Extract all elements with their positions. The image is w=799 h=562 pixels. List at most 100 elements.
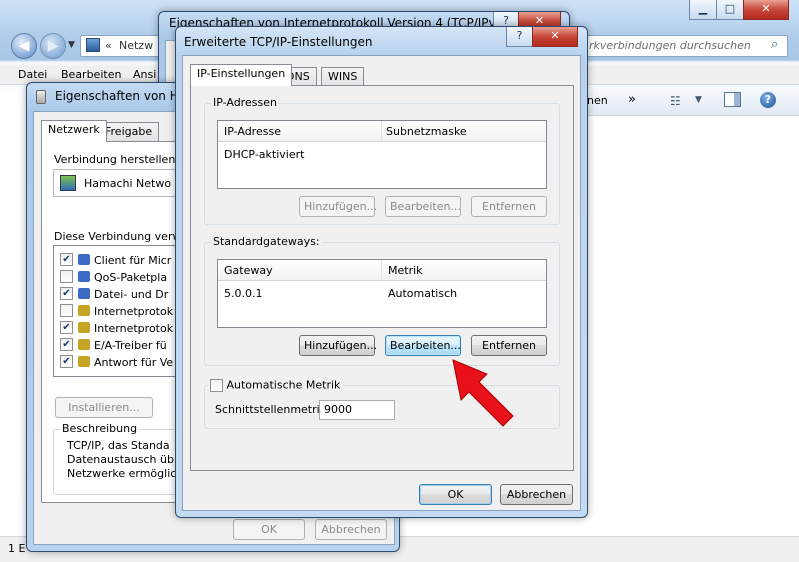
column-gateway[interactable]: Gateway — [224, 264, 273, 277]
address-bar[interactable]: « Netzw — [80, 35, 160, 57]
minimize-button[interactable]: ▁ — [689, 0, 717, 20]
gateways-label: Standardgateways: — [211, 235, 322, 248]
component-checkbox[interactable]: ✔ — [60, 355, 73, 368]
component-label: Internetprotok — [94, 305, 174, 318]
column-ip-address[interactable]: IP-Adresse — [224, 125, 281, 138]
help-button[interactable]: ? — [506, 27, 533, 47]
component-icon — [78, 254, 90, 265]
arrow-right-icon: ▶ — [47, 38, 59, 54]
description-label: Beschreibung — [60, 422, 140, 435]
list-header: Gateway Metrik — [218, 260, 546, 281]
window-title: Eigenschaften von H — [55, 89, 179, 103]
column-subnet-mask[interactable]: Subnetzmaske — [386, 125, 467, 138]
close-icon: ✕ — [761, 2, 771, 15]
install-button[interactable]: Installieren... — [55, 397, 153, 418]
close-button[interactable]: ✕ — [532, 27, 578, 47]
gateway-value: 5.0.0.1 — [224, 287, 263, 300]
ip-remove-button[interactable]: Entfernen — [471, 196, 547, 217]
interface-metric-input[interactable]: 9000 — [319, 400, 395, 420]
command-bar-item[interactable]: nen — [587, 94, 608, 107]
dialog-title: Erweiterte TCP/IP-Einstellungen — [184, 35, 373, 49]
search-placeholder: rkverbindungen durchsuchen — [589, 39, 751, 52]
tab-wins[interactable]: WINS — [321, 67, 365, 86]
auto-metric-checkbox[interactable]: Automatische Metrik — [208, 378, 343, 392]
help-icon[interactable]: ? — [760, 92, 776, 108]
adapter-icon — [60, 175, 76, 191]
connect-using-label: Verbindung herstellen — [54, 153, 176, 166]
component-checkbox[interactable]: ✔ — [60, 338, 73, 351]
breadcrumb[interactable]: Netzw — [119, 39, 153, 52]
component-label: Antwort für Ve — [94, 356, 174, 369]
tab-freigabe[interactable]: Freigabe — [98, 122, 160, 141]
menu-datei[interactable]: Datei — [18, 68, 47, 81]
component-icon — [78, 356, 90, 367]
list-item[interactable]: DHCP-aktiviert — [224, 148, 304, 161]
gateway-add-button[interactable]: Hinzufügen... — [299, 335, 377, 356]
close-icon: ✕ — [550, 29, 560, 42]
description-line: TCP/IP, das Standa — [67, 439, 170, 452]
chevron-down-icon[interactable]: ▼ — [695, 95, 702, 105]
ip-addresses-group: IP-Adressen IP-Adresse Subnetzmaske DHCP… — [204, 96, 560, 225]
gateways-list[interactable]: Gateway Metrik 5.0.0.1 Automatisch — [217, 259, 547, 328]
description-line: Netzwerke ermöglic — [67, 467, 177, 480]
auto-metric-label: Automatische Metrik — [226, 378, 341, 392]
component-checkbox[interactable]: ✔ — [60, 253, 73, 266]
maximize-icon: □ — [724, 2, 736, 15]
arrow-left-icon: ◀ — [18, 38, 30, 54]
help-icon: ? — [516, 29, 523, 42]
network-folder-icon — [86, 38, 100, 52]
forward-button[interactable]: ▶ — [40, 33, 66, 59]
interface-metric-value: 9000 — [324, 403, 352, 416]
back-button[interactable]: ◀ — [11, 33, 37, 59]
cancel-button[interactable]: Abbrechen — [315, 519, 387, 540]
menu-ansicht[interactable]: Ansi — [133, 68, 156, 81]
annotation-arrow — [452, 359, 514, 427]
history-chevron-icon[interactable]: ▼ — [68, 40, 75, 50]
ip-add-button[interactable]: Hinzufügen... — [299, 196, 377, 217]
close-button[interactable]: ✕ — [743, 0, 789, 20]
component-icon — [78, 288, 90, 299]
maximize-button[interactable]: □ — [716, 0, 744, 20]
component-label: E/A-Treiber fü — [94, 339, 167, 352]
preview-pane-icon[interactable] — [724, 92, 741, 107]
ip-edit-button[interactable]: Bearbeiten... — [385, 196, 461, 217]
component-checkbox[interactable] — [60, 304, 73, 317]
ip-addresses-list[interactable]: IP-Adresse Subnetzmaske DHCP-aktiviert — [217, 120, 547, 189]
ok-button[interactable]: OK — [419, 484, 492, 505]
tab-ip-settings[interactable]: IP-Einstellungen — [190, 64, 293, 86]
metric-value: Automatisch — [388, 287, 458, 300]
search-icon[interactable]: ⌕ — [771, 37, 778, 52]
column-metric[interactable]: Metrik — [388, 264, 423, 277]
breadcrumb-overflow[interactable]: « — [105, 39, 112, 52]
component-checkbox[interactable] — [60, 270, 73, 283]
component-icon — [78, 339, 90, 350]
menu-bearbeiten[interactable]: Bearbeiten — [61, 68, 121, 81]
tab-netzwerk[interactable]: Netzwerk — [41, 120, 107, 142]
adapter-name: Hamachi Netwo — [84, 177, 172, 190]
component-checkbox[interactable]: ✔ — [60, 321, 73, 334]
more-commands-icon[interactable]: » — [628, 92, 636, 107]
component-label: QoS-Paketpla — [94, 271, 168, 284]
red-arrow-icon — [452, 359, 514, 427]
component-icon — [78, 271, 90, 282]
cancel-button[interactable]: Abbrechen — [500, 484, 573, 505]
component-icon — [78, 322, 90, 333]
minimize-icon: ▁ — [698, 2, 708, 15]
items-label: Diese Verbindung verw — [54, 230, 182, 243]
list-header: IP-Adresse Subnetzmaske — [218, 121, 546, 142]
table-row[interactable]: 5.0.0.1 Automatisch — [218, 283, 546, 301]
view-options-icon[interactable]: ☷ — [670, 94, 681, 108]
auto-metric-check[interactable] — [210, 378, 223, 392]
component-icon — [78, 305, 90, 316]
interface-metric-label: Schnittstellenmetrik: — [215, 403, 330, 416]
component-label: Datei- und Dr — [94, 288, 169, 301]
network-adapter-icon — [36, 90, 46, 104]
ok-button[interactable]: OK — [233, 519, 305, 540]
component-checkbox[interactable]: ✔ — [60, 287, 73, 300]
gateways-group: Standardgateways: Gateway Metrik 5.0.0.1… — [204, 235, 560, 366]
advanced-tcpip-dialog: Erweiterte TCP/IP-Einstellungen ? ✕ IP-E… — [175, 26, 588, 518]
search-box[interactable]: rkverbindungen durchsuchen ⌕ — [570, 35, 788, 57]
component-label: Internetprotok — [94, 322, 174, 335]
component-label: Client für Micr — [94, 254, 172, 267]
status-text: 1 E — [8, 542, 26, 555]
